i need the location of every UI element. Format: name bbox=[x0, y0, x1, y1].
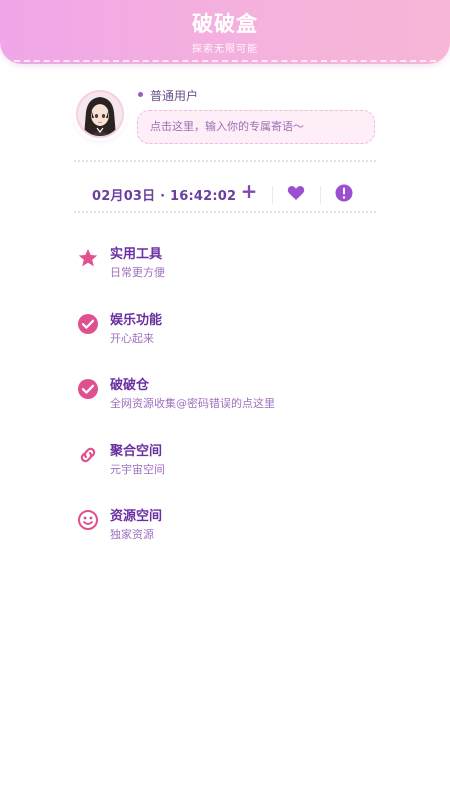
check-circle-icon bbox=[77, 378, 99, 400]
motto-input[interactable]: 点击这里，输入你的专属寄语～ bbox=[137, 110, 375, 144]
menu-item-desc: 独家资源 bbox=[110, 528, 154, 541]
smiley-icon bbox=[77, 509, 99, 531]
menu-item-entertainment[interactable]: 娱乐功能 开心起来 bbox=[74, 302, 376, 368]
user-type-label: 普通用户 bbox=[150, 89, 199, 103]
menu-item-popocang[interactable]: 破破仓 全网资源收集@密码错误的点这里 bbox=[74, 367, 376, 433]
heart-icon[interactable] bbox=[286, 183, 306, 203]
separator bbox=[320, 186, 321, 204]
avatar[interactable] bbox=[76, 90, 124, 138]
datetime-display: 02月03日 · 16:42:02 bbox=[92, 189, 237, 204]
menu-item-desc: 全网资源收集@密码错误的点这里 bbox=[110, 397, 275, 410]
user-status-dot bbox=[138, 92, 143, 97]
menu-item-desc: 日常更方便 bbox=[110, 266, 165, 279]
app-subtitle: 探索无限可能 bbox=[192, 44, 258, 55]
link-icon bbox=[77, 444, 99, 466]
divider bbox=[74, 211, 376, 213]
separator bbox=[272, 186, 273, 204]
menu-item-desc: 元宇宙空间 bbox=[110, 462, 165, 476]
feature-menu: 实用工具 日常更方便 娱乐功能 开心起来 破破仓 全网资源收集@密码错误的点这里 bbox=[74, 236, 376, 564]
menu-item-desc: 开心起来 bbox=[110, 331, 154, 345]
status-bar: 02月03日 · 16:42:02 + bbox=[74, 172, 376, 212]
menu-item-title: 资源空间 bbox=[110, 509, 163, 524]
star-icon bbox=[77, 247, 99, 269]
menu-item-resource-space[interactable]: 资源空间 独家资源 bbox=[74, 498, 376, 564]
menu-item-title: 破破仓 bbox=[110, 378, 150, 393]
alert-icon[interactable] bbox=[334, 183, 354, 203]
menu-item-title: 聚合空间 bbox=[110, 443, 163, 459]
check-circle-icon bbox=[77, 313, 99, 335]
menu-item-title: 娱乐功能 bbox=[110, 312, 163, 328]
menu-item-tools[interactable]: 实用工具 日常更方便 bbox=[74, 236, 376, 302]
profile-card: 普通用户 点击这里，输入你的专属寄语～ bbox=[74, 84, 376, 150]
divider bbox=[74, 160, 376, 162]
add-button[interactable]: + bbox=[238, 180, 260, 202]
menu-item-aggregate-space[interactable]: 聚合空间 元宇宙空间 bbox=[74, 433, 376, 499]
menu-item-title: 实用工具 bbox=[110, 247, 163, 262]
app-title: 破破盒 bbox=[192, 12, 258, 36]
avatar-image bbox=[78, 92, 122, 136]
app-header: 破破盒 探索无限可能 bbox=[0, 0, 450, 64]
